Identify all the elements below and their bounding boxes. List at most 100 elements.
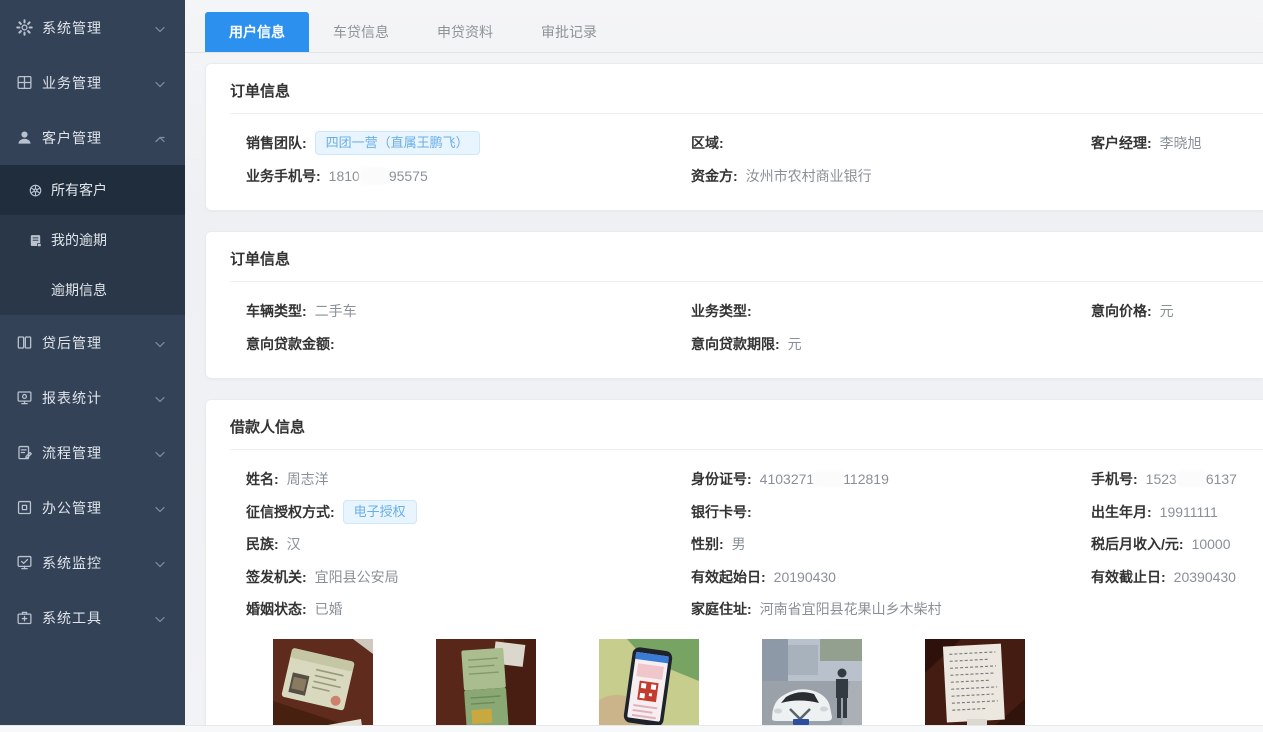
field-cell: 客户经理:李晓旭	[1091, 133, 1263, 153]
field-label: 客户经理:	[1091, 133, 1152, 153]
chevron-down-icon	[155, 390, 165, 406]
sidebar-item-6[interactable]: 流程管理	[0, 425, 185, 480]
sidebar-submenu: 所有客户我的逾期逾期信息	[0, 165, 185, 315]
sidebar-item-9[interactable]: 系统工具	[0, 590, 185, 645]
field-row: 意向贷款金额:意向贷款期限:元	[246, 328, 1263, 361]
photo-item-3: 授权截图	[599, 639, 699, 732]
field-cell: 手机号:15236137	[1091, 469, 1263, 489]
square-in-square-icon	[16, 499, 33, 516]
field-cell: 婚姻状态:已婚	[246, 599, 691, 619]
field-row: 婚姻状态:已婚家庭住址: 河南省宜阳县花果山乡木柴村	[246, 593, 1263, 626]
tab-4[interactable]: 审批记录	[517, 12, 621, 52]
field-label: 征信授权方式:	[246, 502, 335, 522]
field-cell: 身份证号:4103271112819	[691, 469, 1091, 489]
field-cell: 出生年月:19911111	[1091, 502, 1263, 522]
field-label: 业务类型:	[691, 301, 752, 321]
photo-item-2: 智能终端照片	[436, 639, 536, 732]
phone-qr-photo[interactable]	[599, 639, 699, 732]
field-row: 姓名:周志洋身份证号:4103271112819手机号:15236137	[246, 463, 1263, 496]
field-cell: 有效截止日: 20390430	[1091, 567, 1263, 587]
censor-blur	[361, 169, 388, 183]
field-value: 元	[788, 334, 802, 354]
sidebar-item-5[interactable]: 报表统计	[0, 370, 185, 425]
field-label: 姓名:	[246, 469, 279, 489]
sidebar-item-3[interactable]: 客户管理	[0, 110, 185, 165]
sidebar-item-2[interactable]: 业务管理	[0, 55, 185, 110]
sidebar-item-4[interactable]: 贷后管理	[0, 315, 185, 370]
sidebar-item-label: 系统工具	[42, 608, 155, 628]
sidebar-subitem-2[interactable]: 我的逾期	[0, 215, 185, 265]
field-value: 19911111	[1160, 504, 1218, 520]
field-value: 宜阳县公安局	[315, 567, 399, 587]
handwritten-document-photo[interactable]	[925, 639, 1025, 732]
field-cell: 家庭住址: 河南省宜阳县花果山乡木柴村	[691, 599, 1091, 619]
field-cell: 意向价格: 元	[1091, 301, 1263, 321]
sidebar-item-1[interactable]: 系统管理	[0, 0, 185, 55]
field-value: 汉	[287, 534, 301, 554]
sidebar-subitem-1[interactable]: 所有客户	[0, 165, 185, 215]
field-label: 有效截止日:	[1091, 567, 1166, 587]
tab-bar: 用户信息车贷信息申贷资料审批记录	[185, 0, 1263, 53]
field-row: 车辆类型:二手车业务类型: 意向价格: 元	[246, 295, 1263, 328]
field-row: 业务手机号:181095575资金方:汝州市农村商业银行	[246, 160, 1263, 193]
tab-3[interactable]: 申贷资料	[413, 12, 517, 52]
field-value: 汝州市农村商业银行	[746, 166, 872, 186]
field-label: 银行卡号:	[691, 502, 752, 522]
field-label: 性别:	[691, 534, 724, 554]
censor-blur	[1178, 472, 1205, 486]
chevron-down-icon	[155, 610, 165, 626]
sidebar-item-8[interactable]: 系统监控	[0, 535, 185, 590]
field-cell: 意向贷款期限: 元	[691, 334, 1091, 354]
field-value-censored-start: 1810	[329, 168, 360, 184]
id-card-photo[interactable]	[273, 639, 373, 732]
card-3: 借款人信息姓名:周志洋身份证号:4103271112819手机号:1523613…	[205, 399, 1263, 732]
chevron-down-icon	[155, 555, 165, 571]
field-cell: 税后月收入/元:10000	[1091, 534, 1263, 554]
sidebar-item-label: 报表统计	[42, 388, 155, 408]
car-with-person-photo[interactable]	[762, 639, 862, 732]
field-label: 身份证号:	[691, 469, 752, 489]
chevron-down-icon	[155, 500, 165, 516]
field-label: 家庭住址:	[691, 599, 752, 619]
field-cell: 车辆类型:二手车	[246, 301, 691, 321]
field-value-censored-end: 95575	[389, 168, 428, 184]
sidebar-item-label: 办公管理	[42, 498, 155, 518]
tab-1[interactable]: 用户信息	[205, 12, 309, 52]
field-label: 业务手机号:	[246, 166, 321, 186]
field-label: 意向价格:	[1091, 301, 1152, 321]
field-label: 民族:	[246, 534, 279, 554]
field-cell: 业务手机号: 1810 95575	[246, 166, 691, 186]
field-value-tag[interactable]: 四团一营（直属王鹏飞）	[315, 131, 480, 155]
photo-item-1: 本人照	[273, 639, 373, 732]
drivers-license-photo[interactable]	[436, 639, 536, 732]
sidebar-subitem-label: 所有客户	[51, 180, 107, 200]
sidebar-item-label: 业务管理	[42, 73, 155, 93]
sidebar-item-7[interactable]: 办公管理	[0, 480, 185, 535]
card-1: 订单信息销售团队:四团一营（直属王鹏飞）区域:客户经理:李晓旭业务手机号:181…	[205, 63, 1263, 211]
sidebar-subitem-3[interactable]: 逾期信息	[0, 265, 185, 315]
photo-row: 本人照智能终端照片授权截图人车合影其他材料	[273, 639, 1263, 732]
chevron-down-icon	[155, 75, 165, 91]
sidebar-item-label: 流程管理	[42, 443, 155, 463]
field-cell: 签发机关:宜阳县公安局	[246, 567, 691, 587]
tab-2[interactable]: 车贷信息	[309, 12, 413, 52]
field-cell: 银行卡号:	[691, 502, 1091, 522]
open-book-icon	[16, 334, 33, 351]
field-value: 20390430	[1174, 569, 1236, 585]
field-cell: 姓名:周志洋	[246, 469, 691, 489]
clipboard-icon	[16, 444, 33, 461]
field-label: 意向贷款期限:	[691, 334, 780, 354]
field-value-tag: 电子授权	[343, 500, 417, 524]
field-value: 二手车	[315, 301, 357, 321]
field-value: 元	[1160, 301, 1174, 321]
toolbox-icon	[16, 609, 33, 626]
field-cell: 征信授权方式: 电子授权	[246, 500, 691, 524]
field-row: 征信授权方式: 电子授权 银行卡号: 出生年月:19911111	[246, 496, 1263, 529]
field-value-censored-end: 6137	[1206, 471, 1237, 487]
field-label: 税后月收入/元:	[1091, 534, 1184, 554]
horizontal-scrollbar[interactable]	[0, 725, 1263, 732]
user-icon	[16, 129, 33, 146]
field-value: 河南省宜阳县花果山乡木柴村	[760, 599, 942, 619]
card-title: 订单信息	[230, 64, 1263, 114]
card-body: 销售团队:四团一营（直属王鹏飞）区域:客户经理:李晓旭业务手机号:1810955…	[206, 114, 1263, 210]
